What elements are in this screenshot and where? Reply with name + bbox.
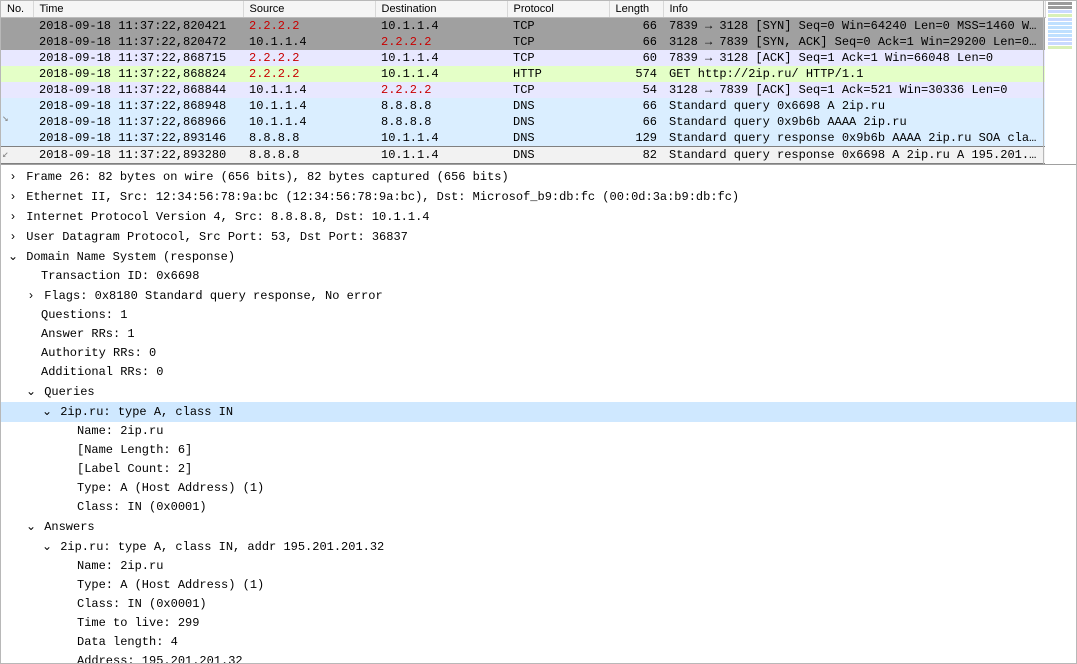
- tree-item-query-label-count[interactable]: [Label Count: 2]: [1, 460, 1076, 479]
- packet-list-pane: No. Time Source Destination Protocol Len…: [1, 1, 1076, 165]
- tree-item-query-entry[interactable]: ⌄ 2ip.ru: type A, class IN: [1, 402, 1076, 422]
- tree-item-ethernet[interactable]: › Ethernet II, Src: 12:34:56:78:9a:bc (1…: [1, 187, 1076, 207]
- tree-item-flags[interactable]: › Flags: 0x8180 Standard query response,…: [1, 286, 1076, 306]
- minimap-column[interactable]: [1043, 1, 1076, 164]
- tree-item-answer-type[interactable]: Type: A (Host Address) (1): [1, 576, 1076, 595]
- tree-item-answer-ttl[interactable]: Time to live: 299: [1, 614, 1076, 633]
- tree-item-ip[interactable]: › Internet Protocol Version 4, Src: 8.8.…: [1, 207, 1076, 227]
- tree-item-query-type[interactable]: Type: A (Host Address) (1): [1, 479, 1076, 498]
- tree-item-answers[interactable]: ⌄ Answers: [1, 517, 1076, 537]
- packet-row[interactable]: 2018-09-18 11:37:22,82047210.1.1.42.2.2.…: [1, 34, 1045, 50]
- packet-row[interactable]: 2018-09-18 11:37:22,8687152.2.2.210.1.1.…: [1, 50, 1045, 66]
- tree-item-answer-name[interactable]: Name: 2ip.ru: [1, 557, 1076, 576]
- tree-item-questions[interactable]: Questions: 1: [1, 306, 1076, 325]
- tree-item-answer-address[interactable]: Address: 195.201.201.32: [1, 652, 1076, 663]
- packet-row[interactable]: 2018-09-18 11:37:22,8204212.2.2.210.1.1.…: [1, 18, 1045, 35]
- tree-item-authority-rrs[interactable]: Authority RRs: 0: [1, 344, 1076, 363]
- tree-item-dns[interactable]: ⌄ Domain Name System (response): [1, 247, 1076, 267]
- packet-list-header[interactable]: No. Time Source Destination Protocol Len…: [1, 1, 1045, 18]
- tree-item-queries[interactable]: ⌄ Queries: [1, 382, 1076, 402]
- tree-item-answer-data-length[interactable]: Data length: 4: [1, 633, 1076, 652]
- packet-row[interactable]: 2018-09-18 11:37:22,8932808.8.8.810.1.1.…: [1, 147, 1045, 164]
- tree-item-answer-class[interactable]: Class: IN (0x0001): [1, 595, 1076, 614]
- tree-item-answer-rrs[interactable]: Answer RRs: 1: [1, 325, 1076, 344]
- column-header-time[interactable]: Time: [33, 1, 243, 18]
- expand-icon[interactable]: ›: [7, 188, 19, 205]
- column-header-info[interactable]: Info: [663, 1, 1045, 18]
- collapse-icon[interactable]: ⌄: [41, 538, 53, 555]
- packet-row[interactable]: 2018-09-18 11:37:22,8931468.8.8.810.1.1.…: [1, 130, 1045, 147]
- expand-icon[interactable]: ›: [7, 228, 19, 245]
- packet-row[interactable]: 2018-09-18 11:37:22,86896610.1.1.48.8.8.…: [1, 114, 1045, 130]
- tree-item-query-name[interactable]: Name: 2ip.ru: [1, 422, 1076, 441]
- tree-item-query-name-length[interactable]: [Name Length: 6]: [1, 441, 1076, 460]
- collapse-icon[interactable]: ⌄: [41, 403, 53, 420]
- packet-list-body: 2018-09-18 11:37:22,8204212.2.2.210.1.1.…: [1, 18, 1045, 164]
- packet-list-table[interactable]: No. Time Source Destination Protocol Len…: [1, 1, 1046, 164]
- tree-item-additional-rrs[interactable]: Additional RRs: 0: [1, 363, 1076, 382]
- expand-icon[interactable]: ›: [7, 168, 19, 185]
- column-header-protocol[interactable]: Protocol: [507, 1, 609, 18]
- column-header-source[interactable]: Source: [243, 1, 375, 18]
- column-header-length[interactable]: Length: [609, 1, 663, 18]
- collapse-icon[interactable]: ⌄: [25, 383, 37, 400]
- packet-details-pane[interactable]: › Frame 26: 82 bytes on wire (656 bits),…: [1, 165, 1076, 663]
- collapse-icon[interactable]: ⌄: [7, 248, 19, 265]
- tree-item-frame[interactable]: › Frame 26: 82 bytes on wire (656 bits),…: [1, 167, 1076, 187]
- packet-row[interactable]: 2018-09-18 11:37:22,86894810.1.1.48.8.8.…: [1, 98, 1045, 114]
- wireshark-window: No. Time Source Destination Protocol Len…: [0, 0, 1077, 664]
- related-packet-arrow-icon: ↘↙: [2, 113, 7, 161]
- packet-row[interactable]: 2018-09-18 11:37:22,8688242.2.2.210.1.1.…: [1, 66, 1045, 82]
- tree-item-udp[interactable]: › User Datagram Protocol, Src Port: 53, …: [1, 227, 1076, 247]
- tree-item-transaction-id[interactable]: Transaction ID: 0x6698: [1, 267, 1076, 286]
- expand-icon[interactable]: ›: [25, 287, 37, 304]
- packet-row[interactable]: 2018-09-18 11:37:22,86884410.1.1.42.2.2.…: [1, 82, 1045, 98]
- tree-item-answer-entry[interactable]: ⌄ 2ip.ru: type A, class IN, addr 195.201…: [1, 537, 1076, 557]
- expand-icon[interactable]: ›: [7, 208, 19, 225]
- tree-item-query-class[interactable]: Class: IN (0x0001): [1, 498, 1076, 517]
- column-header-destination[interactable]: Destination: [375, 1, 507, 18]
- collapse-icon[interactable]: ⌄: [25, 518, 37, 535]
- column-header-no[interactable]: No.: [1, 1, 33, 18]
